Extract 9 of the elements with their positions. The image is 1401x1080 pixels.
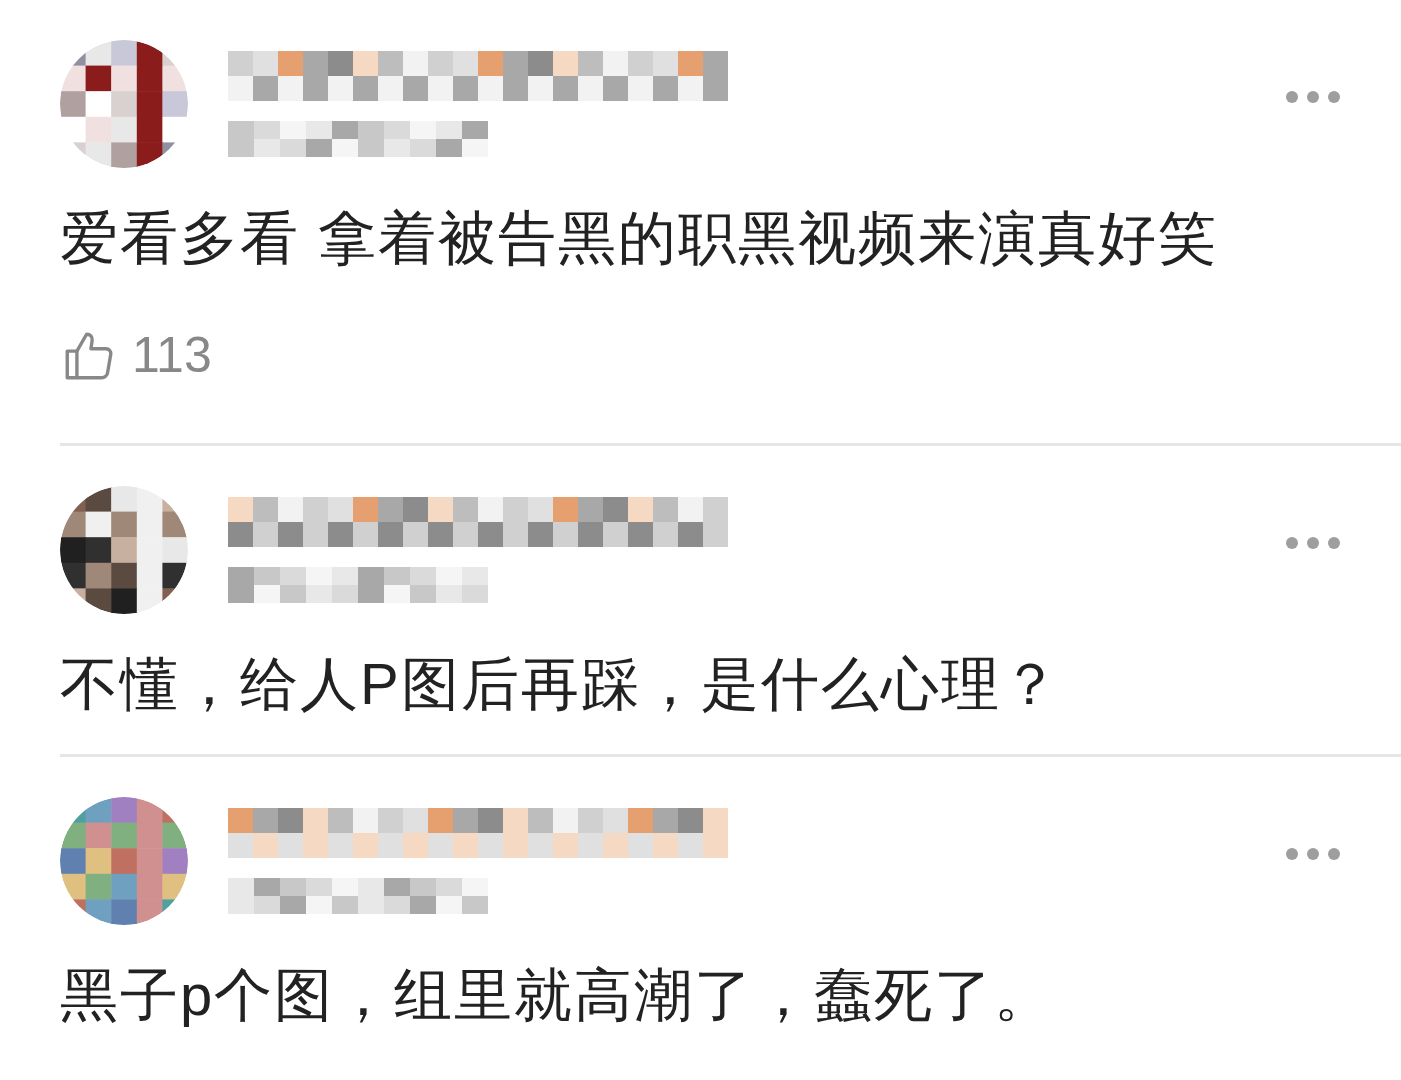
comment-text: 爱看多看 拿着被告黑的职黑视频来演真好笑	[60, 204, 1219, 272]
like-count: 113	[132, 326, 212, 385]
comment-text: 不懂，给人P图后再踩，是什么心理？	[60, 650, 1061, 718]
avatar[interactable]	[60, 486, 188, 614]
comment-text: 黑子p个图，组里就高潮了，蠢死了。	[60, 961, 1055, 1029]
more-icon[interactable]	[1285, 536, 1341, 550]
more-icon[interactable]	[1285, 90, 1341, 104]
more-icon[interactable]	[1285, 847, 1341, 861]
avatar[interactable]	[60, 40, 188, 168]
